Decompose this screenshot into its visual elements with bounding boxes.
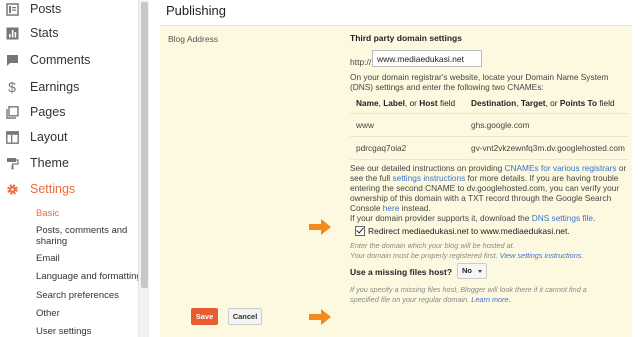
domain-input[interactable] bbox=[372, 50, 482, 67]
sidebar-item-label: Layout bbox=[30, 130, 68, 144]
sidebar-item-posts[interactable]: Posts bbox=[0, 0, 138, 21]
missing-files-hint: specified file on your regular domain. L… bbox=[350, 295, 511, 304]
view-settings-instructions-link[interactable]: View settings instructions. bbox=[500, 251, 584, 260]
gear-icon bbox=[5, 182, 19, 196]
settings-subitem-language[interactable]: Language and formatting bbox=[36, 271, 142, 282]
sidebar-item-theme[interactable]: Theme bbox=[0, 151, 138, 175]
settings-instructions-link[interactable]: settings instructions bbox=[392, 173, 465, 183]
sidebar-item-settings[interactable]: Settings bbox=[0, 177, 138, 201]
domain-hint: Enter the domain which your blog will be… bbox=[350, 241, 515, 250]
sidebar-item-layout[interactable]: Layout bbox=[0, 125, 138, 149]
cancel-button[interactable]: Cancel bbox=[228, 308, 262, 325]
cnames-registrars-link[interactable]: CNAMEs for various registrars bbox=[505, 163, 617, 173]
save-button[interactable]: Save bbox=[191, 308, 218, 325]
posts-icon bbox=[5, 2, 19, 16]
comment-icon bbox=[5, 53, 19, 67]
domain-hint: Your domain must be properly registered … bbox=[350, 251, 584, 260]
details-line: see the full settings instructions for m… bbox=[350, 173, 619, 183]
table-divider bbox=[350, 113, 628, 114]
cname-destination-cell: gv-vnt2vkzewnfq3m.dv.googlehosted.com bbox=[471, 143, 625, 153]
dollar-icon: $ bbox=[8, 79, 16, 95]
cname-name-cell: pdrcgaq7oia2 bbox=[356, 143, 407, 153]
settings-subitem-posts-comments[interactable]: Posts, comments and bbox=[36, 225, 127, 236]
sidebar-item-label: Theme bbox=[30, 156, 69, 170]
settings-subitem-search[interactable]: Search preferences bbox=[36, 290, 119, 301]
stats-icon bbox=[5, 26, 19, 40]
blog-address-label: Blog Address bbox=[168, 34, 219, 44]
sidebar-scrollbar[interactable] bbox=[138, 0, 149, 337]
pages-icon bbox=[5, 105, 19, 119]
sidebar-item-label: Stats bbox=[30, 26, 59, 40]
sidebar-item-label: Comments bbox=[30, 53, 91, 67]
table-header-destination: Destination, Target, or Points To field bbox=[471, 98, 615, 108]
sidebar-item-earnings[interactable]: $ Earnings bbox=[0, 75, 138, 99]
section-title: Third party domain settings bbox=[350, 33, 462, 43]
dns-instructions-line: (DNS) settings and enter the following t… bbox=[350, 82, 544, 92]
http-prefix: http:// bbox=[350, 57, 372, 67]
sidebar-item-label: Posts bbox=[30, 2, 62, 16]
table-divider bbox=[350, 159, 628, 160]
cname-destination-cell: ghs.google.com bbox=[471, 120, 530, 130]
redirect-label: Redirect mediaedukasi.net to www.mediaed… bbox=[368, 226, 570, 236]
details-line: ownership of this domain with a TXT reco… bbox=[350, 193, 612, 203]
sidebar-item-label: Earnings bbox=[30, 80, 80, 94]
missing-files-hint: If you specify a missing files host, Blo… bbox=[350, 285, 587, 294]
details-line: See our detailed instructions on providi… bbox=[350, 163, 627, 173]
dns-settings-file-link[interactable]: DNS settings file bbox=[532, 213, 593, 223]
settings-subitem-basic[interactable]: Basic bbox=[36, 208, 59, 219]
scrollbar-thumb[interactable] bbox=[141, 2, 148, 288]
arrow-icon bbox=[309, 219, 331, 235]
chevron-down-icon bbox=[478, 270, 482, 273]
sidebar-item-label: Settings bbox=[30, 182, 76, 196]
settings-subitem-user[interactable]: User settings bbox=[36, 326, 91, 337]
learn-more-link[interactable]: Learn more. bbox=[471, 295, 510, 304]
page-title: Publishing bbox=[166, 3, 226, 18]
sidebar-item-stats[interactable]: Stats bbox=[0, 21, 138, 45]
settings-subitem-email[interactable]: Email bbox=[36, 253, 60, 264]
dns-instructions-line: On your domain registrar's website, loca… bbox=[350, 72, 609, 82]
details-line: If your domain provider supports it, dow… bbox=[350, 213, 596, 223]
settings-subitem-posts-comments-cont[interactable]: sharing bbox=[36, 236, 67, 247]
settings-subitem-other[interactable]: Other bbox=[36, 308, 60, 319]
missing-files-label: Use a missing files host? bbox=[350, 267, 453, 277]
cname-name-cell: www bbox=[356, 120, 374, 130]
details-line: Console here instead. bbox=[350, 203, 431, 213]
table-header-name: Name, Label, or Host field bbox=[356, 98, 456, 108]
sidebar-item-label: Pages bbox=[30, 105, 66, 119]
arrow-icon bbox=[309, 309, 331, 325]
details-line: entering the second CNAME to dv.googleho… bbox=[350, 183, 620, 193]
sidebar-item-comments[interactable]: Comments bbox=[0, 48, 138, 72]
layout-icon bbox=[5, 130, 19, 144]
redirect-checkbox[interactable] bbox=[355, 226, 365, 236]
missing-files-select[interactable]: No bbox=[457, 263, 487, 279]
search-console-link[interactable]: here bbox=[383, 203, 400, 213]
sidebar: Posts Stats Comments $ Earnings Pages La… bbox=[0, 0, 142, 337]
sidebar-item-pages[interactable]: Pages bbox=[0, 100, 138, 124]
paint-roller-icon bbox=[5, 156, 19, 170]
main-content: Publishing Blog Address Third party doma… bbox=[150, 0, 640, 337]
table-divider bbox=[350, 136, 628, 137]
publishing-panel: Blog Address Third party domain settings… bbox=[160, 25, 632, 337]
